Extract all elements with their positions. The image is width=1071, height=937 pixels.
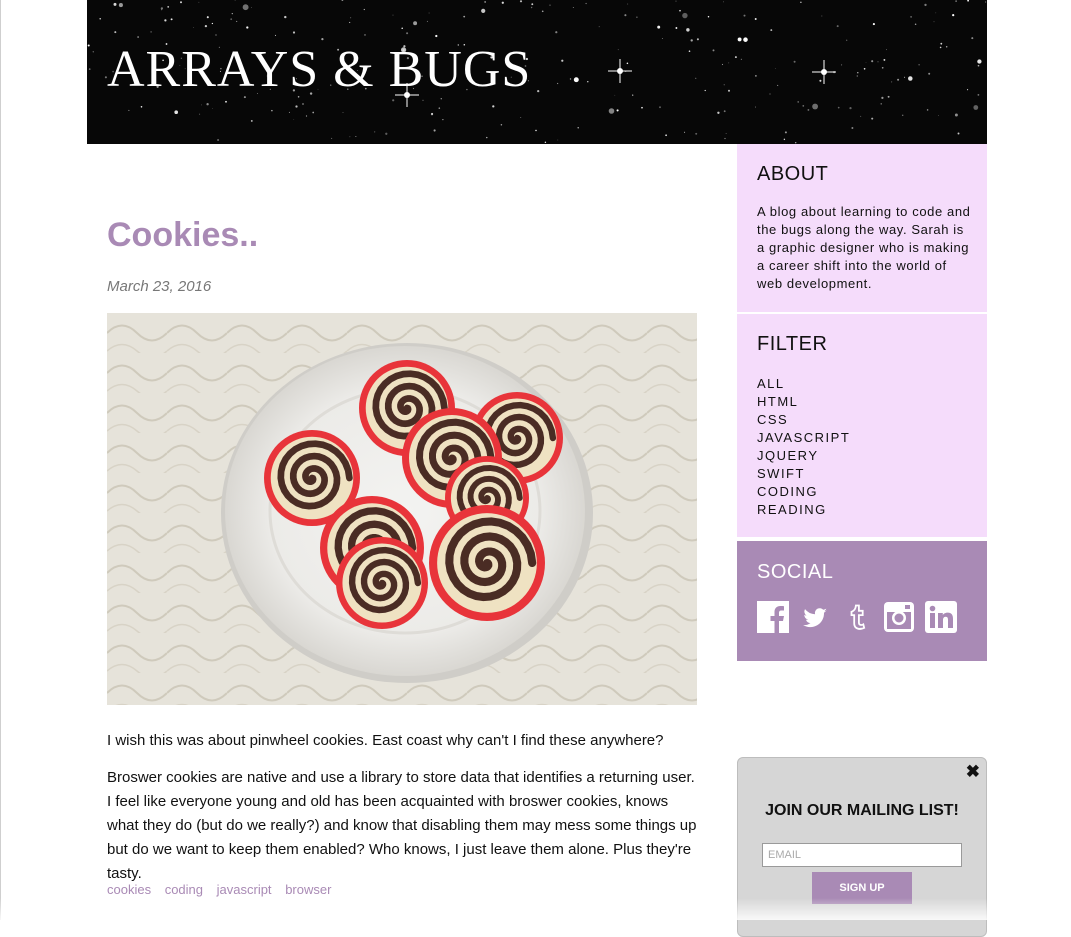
mailing-heading: JOIN OUR MAILING LIST! (738, 802, 986, 820)
filter-heading: FILTER (757, 333, 827, 356)
post-paragraph-2: Broswer cookies are native and use a lib… (107, 766, 697, 886)
filter-item-swift[interactable]: SWIFT (757, 465, 850, 483)
instagram-icon[interactable] (883, 601, 915, 633)
filter-item-reading[interactable]: READING (757, 501, 850, 519)
post-tags: cookies coding javascript browser (107, 882, 341, 897)
pinwheel-cookies-photo (107, 313, 697, 705)
filter-list: ALL HTML CSS JAVASCRIPT JQUERY SWIFT COD… (757, 375, 850, 519)
social-panel: SOCIAL (737, 541, 987, 661)
social-icons (757, 601, 957, 633)
about-heading: ABOUT (757, 163, 828, 186)
filter-item-jquery[interactable]: JQUERY (757, 447, 850, 465)
filter-item-css[interactable]: CSS (757, 411, 850, 429)
email-input[interactable] (762, 843, 962, 867)
social-heading: SOCIAL (757, 561, 833, 584)
post-paragraph-1: I wish this was about pinwheel cookies. … (107, 729, 697, 753)
post-date: March 23, 2016 (107, 278, 211, 295)
close-icon[interactable]: ✖ (966, 762, 980, 782)
tag-javascript[interactable]: javascript (217, 882, 272, 897)
tag-cookies[interactable]: cookies (107, 882, 151, 897)
filter-item-coding[interactable]: CODING (757, 483, 850, 501)
filter-item-html[interactable]: HTML (757, 393, 850, 411)
linkedin-icon[interactable] (925, 601, 957, 633)
filter-panel: FILTER ALL HTML CSS JAVASCRIPT JQUERY SW… (737, 314, 987, 537)
bottom-fade (0, 898, 1071, 920)
tag-coding[interactable]: coding (165, 882, 203, 897)
twitter-icon[interactable] (799, 601, 831, 633)
about-text: A blog about learning to code and the bu… (757, 203, 971, 293)
tag-browser[interactable]: browser (285, 882, 331, 897)
tumblr-icon[interactable] (841, 601, 873, 633)
post-image (107, 313, 697, 705)
post-title[interactable]: Cookies.. (107, 214, 258, 256)
about-panel: ABOUT A blog about learning to code and … (737, 144, 987, 312)
facebook-icon[interactable] (757, 601, 789, 633)
site-header: ARRAYS & BUGS (87, 0, 987, 144)
window-edge (0, 0, 1, 920)
filter-item-all[interactable]: ALL (757, 375, 850, 393)
filter-item-javascript[interactable]: JAVASCRIPT (757, 429, 850, 447)
site-title[interactable]: ARRAYS & BUGS (107, 40, 531, 100)
